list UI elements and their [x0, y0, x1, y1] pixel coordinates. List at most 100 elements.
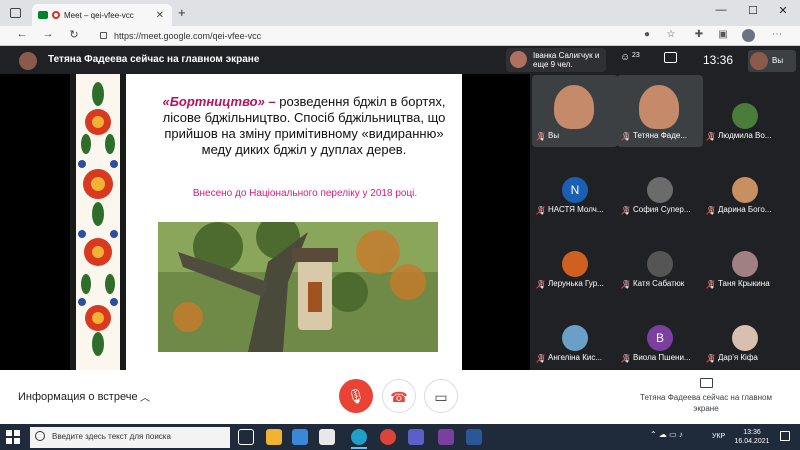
back-arrow-icon[interactable]: ←	[14, 28, 30, 40]
participant-tile[interactable]: 🎙 Тетяна Фаде...	[617, 75, 703, 147]
browser-tab-bar: Meet – qei-vfee-vcc ✕ + — ☐ ✕	[0, 0, 800, 26]
tab-close-icon[interactable]: ✕	[156, 10, 164, 21]
mic-off-icon: 🎙	[536, 280, 547, 289]
participant-tile[interactable]: B 🎙 Виола Пшени...	[617, 297, 703, 369]
beehive-tree-photo	[158, 222, 438, 352]
participant-tile[interactable]: 🎙 Людмила Во...	[702, 75, 788, 147]
edge-browser-icon[interactable]	[351, 429, 367, 445]
mic-in-use-icon[interactable]: ●	[640, 29, 654, 40]
self-label: Вы	[772, 56, 784, 65]
window-minimize-button[interactable]: —	[706, 4, 736, 16]
meet-favicon-icon	[38, 11, 48, 19]
word-icon[interactable]	[466, 429, 482, 445]
people-count: 23	[632, 52, 640, 59]
chevron-up-icon[interactable]: ︿	[140, 389, 150, 404]
extensions-icon[interactable]: ✚	[692, 29, 706, 40]
presenting-status-text: Тетяна Фадеева сейчас на главном экране	[640, 393, 772, 413]
favorite-star-icon[interactable]: ☆	[664, 29, 678, 40]
language-indicator[interactable]: УКР	[712, 433, 725, 440]
participant-avatar	[732, 177, 758, 203]
participant-tile[interactable]: 🎙 Лерунька Гур...	[532, 223, 618, 295]
store-icon[interactable]	[292, 429, 308, 445]
camera-toggle-button[interactable]: ▭	[424, 379, 458, 413]
mic-off-icon: 🎙	[706, 132, 717, 141]
participant-tile[interactable]: N 🎙 НАСТЯ Молч...	[532, 149, 618, 221]
presenter-avatar	[19, 52, 37, 70]
participant-name: Ангеліна Кис...	[548, 353, 603, 362]
new-tab-button[interactable]: +	[178, 5, 186, 20]
camera-icon: ▭	[434, 389, 448, 405]
participant-video	[554, 85, 594, 129]
mic-off-icon: 🎙	[621, 206, 632, 215]
mic-off-icon: 🎙	[706, 280, 717, 289]
self-view-mini[interactable]: Вы	[748, 50, 796, 72]
taskbar-search-input[interactable]: Введите здесь текст для поиска	[30, 427, 230, 448]
teams-icon[interactable]	[408, 429, 424, 445]
system-tray-icons[interactable]: ⌃ ☁ ▭ ♪	[650, 430, 683, 439]
participant-tile[interactable]: 🎙 София Супер...	[617, 149, 703, 221]
participant-tile[interactable]: 🎙 Ангеліна Кис...	[532, 297, 618, 369]
task-view-icon[interactable]	[238, 429, 254, 445]
slide-highlight: «Бортництво» –	[162, 94, 276, 109]
participant-tile[interactable]: 🎙 Дарина Бого...	[702, 149, 788, 221]
mic-off-icon: 🎙	[706, 206, 717, 215]
participant-avatar: B	[647, 325, 673, 351]
participant-name: Таня Крыкина	[718, 279, 770, 288]
mic-off-icon: 🎙	[536, 132, 547, 141]
notifications-icon[interactable]	[780, 431, 790, 441]
participant-tile[interactable]: 🎙 Таня Крыкина	[702, 223, 788, 295]
slide-note: Внесено до Національного переліку у 2018…	[192, 188, 418, 199]
mail-icon[interactable]	[319, 429, 335, 445]
profile-avatar[interactable]	[742, 29, 755, 42]
tab-actions-icon[interactable]	[10, 8, 21, 18]
windows-start-icon[interactable]	[6, 430, 20, 444]
notification-avatar	[510, 51, 527, 68]
mic-off-icon: 🎙	[536, 206, 547, 215]
participant-name: Катя Сабатюк	[633, 279, 685, 288]
presenter-title: Тетяна Фадеева сейчас на главном экране	[48, 54, 260, 65]
window-maximize-button[interactable]: ☐	[738, 4, 768, 17]
recording-indicator-icon	[52, 11, 60, 19]
browser-tab-meet[interactable]: Meet – qei-vfee-vcc ✕	[32, 4, 172, 26]
participant-avatar	[732, 103, 758, 129]
present-screen-icon[interactable]	[700, 378, 713, 388]
participant-avatar	[562, 325, 588, 351]
participant-name: Виола Пшени...	[633, 353, 691, 362]
mic-off-icon: 🎙	[621, 354, 632, 363]
chrome-browser-icon[interactable]	[380, 429, 396, 445]
more-menu-icon[interactable]: ⋯	[770, 29, 784, 40]
reload-icon[interactable]: ↻	[66, 28, 82, 41]
window-close-button[interactable]: ✕	[768, 4, 798, 17]
end-call-button[interactable]: ☎	[382, 379, 416, 413]
viber-icon[interactable]	[438, 429, 454, 445]
url-field[interactable]: https://meet.google.com/qei-vfee-vcc	[98, 28, 658, 44]
chat-icon[interactable]	[664, 52, 677, 63]
participant-avatar	[732, 325, 758, 351]
folk-ornament-image	[70, 74, 126, 370]
lock-icon	[100, 32, 107, 39]
participant-avatar	[732, 251, 758, 277]
participant-name: Людмила Во...	[718, 131, 772, 140]
participant-tile[interactable]: 🎙 Вы	[532, 75, 618, 147]
taskbar-clock[interactable]: 13:36 16.04.2021	[732, 428, 772, 446]
meeting-clock: 13:36	[703, 53, 734, 67]
url-text: https://meet.google.com/qei-vfee-vcc	[114, 31, 262, 41]
file-explorer-icon[interactable]	[266, 429, 282, 445]
participant-tile[interactable]: 🎙 Катя Сабатюк	[617, 223, 703, 295]
participant-name: НАСТЯ Молч...	[548, 205, 604, 214]
tab-title: Meet – qei-vfee-vcc	[64, 10, 134, 20]
collections-icon[interactable]: ▣	[716, 29, 730, 40]
notification-text: Іванка Салигчук и еще 9 чел.	[533, 51, 600, 69]
participant-tile[interactable]: 🎙 Дар'я Кіфа	[702, 297, 788, 369]
join-notification[interactable]: Іванка Салигчук и еще 9 чел.	[506, 48, 606, 72]
hang-up-icon: ☎	[390, 389, 408, 405]
mic-off-icon: 🎙	[621, 280, 632, 289]
mic-toggle-button[interactable]: 🎙	[339, 379, 373, 413]
people-icon[interactable]: ☺	[620, 52, 630, 63]
participant-video	[639, 85, 679, 129]
forward-arrow-icon[interactable]: →	[40, 28, 56, 40]
meeting-info-button[interactable]: Информация о встрече	[18, 391, 138, 403]
participant-avatar	[647, 251, 673, 277]
participant-name: Вы	[548, 131, 560, 140]
search-icon	[35, 431, 45, 441]
